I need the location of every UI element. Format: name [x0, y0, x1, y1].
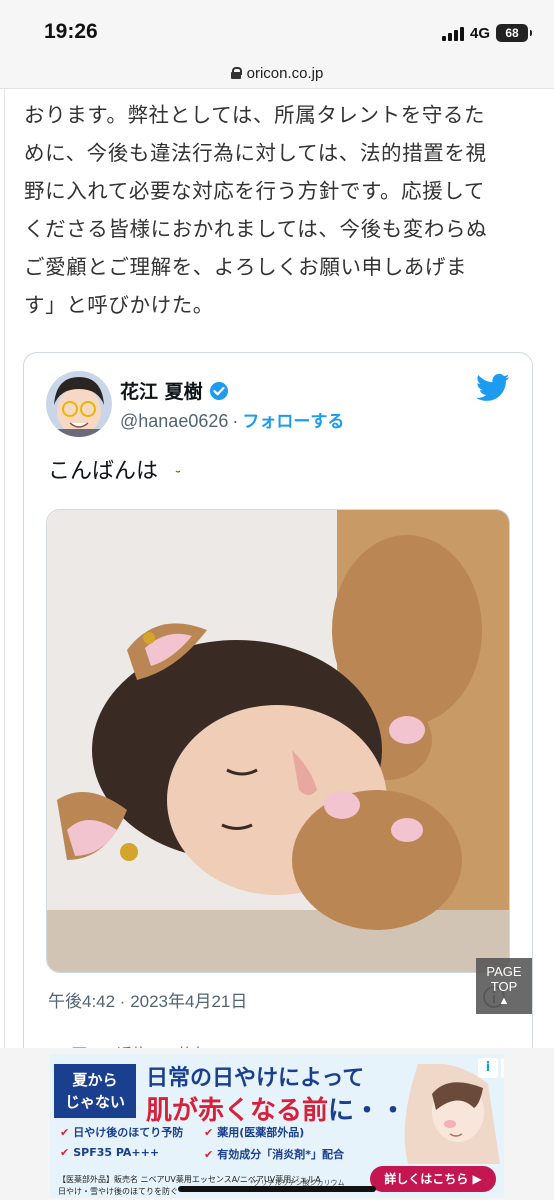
ad-badge-line: 夏から	[72, 1071, 118, 1089]
url-text: oricon.co.jp	[246, 64, 324, 82]
ad-fineprint: 【医薬部外品】販売名 ニベアUV薬用エッセンスA/ニベアUV薬用ジェルA	[58, 1175, 321, 1184]
battery-icon: 68	[496, 24, 532, 42]
signal-icon	[441, 25, 464, 41]
ad-headline-2: 肌が赤くなる前に・・	[146, 1090, 406, 1127]
ad-controls: i ✕	[478, 1058, 504, 1078]
address-bar[interactable]: oricon.co.jp	[0, 58, 554, 89]
tweet-photo[interactable]	[46, 509, 510, 973]
ad-headline: 日常の日やけによって	[146, 1066, 365, 1091]
article-line: ご愛顧とご理解を、よろしくお願い申しあげま	[24, 255, 468, 279]
status-bar: 19:26 4G 68	[0, 0, 554, 58]
tweet-text: こんばんは	[48, 453, 194, 485]
ad-cta-button[interactable]: 詳しくはこちら ▶	[370, 1166, 496, 1192]
ad-fineprint: 日やけ・雪やけ後のほてりを防ぐ	[58, 1187, 178, 1196]
embedded-tweet[interactable]: 花江 夏樹 @hanae0626 · フォローする こんばんは 午後4:42 ·…	[23, 352, 533, 1074]
author-name[interactable]: 花江 夏樹	[120, 377, 203, 404]
article-line: めに、今後も違法行為に対しては、法的措置を視	[24, 141, 487, 165]
ad-info-icon[interactable]: i	[478, 1058, 498, 1078]
status-indicators: 4G 68	[441, 24, 532, 42]
status-time: 19:26	[44, 20, 98, 43]
ad-banner[interactable]: 夏から じゃない 日常の日やけによって 肌が赤くなる前に・・ ✔ 日やけ後のほてり…	[0, 1048, 554, 1200]
tweet-timestamp[interactable]: 午後4:42 · 2023年4月21日	[48, 987, 247, 1012]
tweet-text-content: こんばんは	[48, 459, 159, 484]
ad-badge: 夏から じゃない	[54, 1064, 136, 1118]
ad-content[interactable]: 夏から じゃない 日常の日やけによって 肌が赤くなる前に・・ ✔ 日やけ後のほてり…	[50, 1054, 504, 1198]
crescent-moon-icon	[170, 457, 189, 480]
follow-button[interactable]: フォローする	[242, 412, 344, 432]
separator: ·	[232, 411, 239, 431]
network-type: 4G	[469, 24, 490, 42]
tweet-author[interactable]: 花江 夏樹	[120, 377, 229, 404]
verified-badge-icon	[209, 381, 228, 400]
article-line: す」と呼びかけた。	[24, 293, 214, 317]
up-arrow-icon: ▲	[498, 995, 510, 1007]
lock-icon	[230, 67, 242, 79]
ad-feature: ✔ 日やけ後のほてり予防	[60, 1126, 184, 1139]
ad-feature: ✔ SPF35 PA+++	[60, 1146, 160, 1159]
twitter-bird-icon[interactable]	[476, 373, 510, 403]
ad-badge-line: じゃない	[64, 1093, 125, 1111]
handle-row: @hanae0626 · フォローする	[120, 407, 344, 432]
page-top-label: TOP	[490, 979, 518, 994]
page-top-label: PAGE	[486, 964, 522, 979]
article-body: おります。弊社としては、所属タレントを守るた めに、今後も違法行為に対しては、法…	[24, 96, 534, 324]
photo-image	[47, 510, 509, 972]
author-handle[interactable]: @hanae0626	[120, 411, 228, 431]
article-line: くださる皆様におかれましては、今後も変わらぬ	[24, 217, 488, 241]
ad-close-icon[interactable]: ✕	[501, 1058, 504, 1078]
ad-feature: ✔ 薬用(医薬部外品)	[204, 1126, 305, 1139]
ad-feature: ✔ 有効成分「消炎剤*」配合	[204, 1148, 344, 1161]
page-divider	[4, 88, 5, 1048]
ad-headline-accent: 肌が赤くなる前	[146, 1096, 329, 1126]
home-indicator	[178, 1186, 376, 1192]
page-top-button[interactable]: PAGE TOP ▲	[476, 958, 532, 1014]
avatar[interactable]	[46, 371, 112, 437]
ad-model-image	[404, 1064, 500, 1164]
article-line: おります。弊社としては、所属タレントを守るた	[24, 103, 486, 127]
article-line: 野に入れて必要な対応を行う方針です。応援して	[24, 179, 485, 203]
